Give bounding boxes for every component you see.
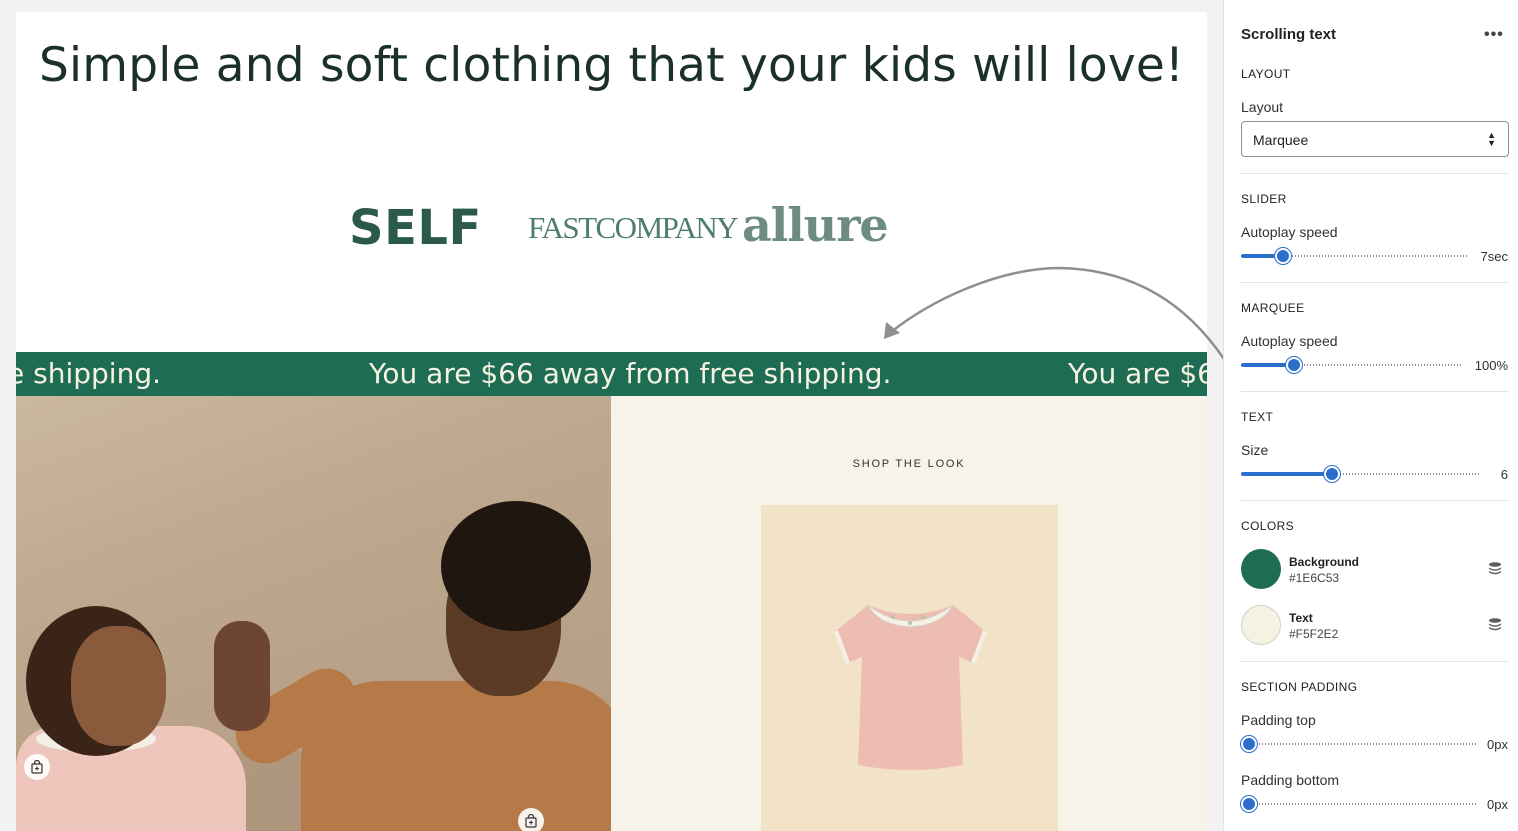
shopping-bag-icon[interactable] — [518, 808, 544, 831]
settings-panel: Scrolling text ••• LAYOUT Layout Marquee… — [1223, 0, 1518, 831]
layout-select[interactable]: Marquee ▲ ▼ — [1241, 121, 1509, 157]
text-size-label: Size — [1241, 442, 1269, 458]
padding-top-slider[interactable] — [1241, 736, 1477, 752]
slider-speed-value: 7sec — [1480, 249, 1508, 264]
panel-title: Scrolling text — [1241, 26, 1337, 43]
select-caret-icon: ▲ ▼ — [1487, 130, 1496, 148]
layout-heading: LAYOUT — [1241, 67, 1291, 81]
product-card[interactable] — [761, 505, 1058, 831]
kids-high-five-photo — [16, 396, 611, 831]
page-headline: Simple and soft clothing that your kids … — [38, 38, 1185, 93]
background-color-swatch[interactable] — [1241, 549, 1281, 589]
database-icon[interactable] — [1487, 561, 1503, 577]
pink-shirt-image — [834, 604, 987, 770]
slider-speed-label: Autoplay speed — [1241, 224, 1338, 240]
background-color-name: Background — [1289, 555, 1360, 569]
store-preview: Simple and soft clothing that your kids … — [16, 12, 1207, 831]
layout-select-value: Marquee — [1253, 132, 1309, 148]
slider-heading: SLIDER — [1241, 192, 1287, 206]
text-size-slider[interactable] — [1241, 466, 1481, 482]
more-horizontal-icon[interactable]: ••• — [1484, 26, 1504, 44]
colors-heading: COLORS — [1241, 519, 1295, 533]
shopping-bag-icon[interactable] — [24, 754, 50, 780]
padding-top-label: Padding top — [1241, 712, 1316, 728]
marquee-text: You are $6 — [1068, 357, 1207, 390]
padding-top-value: 0px — [1487, 737, 1508, 752]
self-logo: SELF — [349, 200, 482, 256]
text-color-name: Text — [1289, 611, 1313, 625]
padding-bottom-label: Padding bottom — [1241, 772, 1340, 788]
allure-logo: allure — [742, 198, 889, 252]
section-padding-heading: SECTION PADDING — [1241, 680, 1358, 694]
press-logos: SELF FASTCOMPANY allure — [16, 198, 1207, 260]
database-icon[interactable] — [1487, 617, 1503, 633]
text-color-swatch[interactable] — [1241, 605, 1281, 645]
text-size-value: 6 — [1500, 467, 1508, 482]
marquee-speed-label: Autoplay speed — [1241, 333, 1338, 349]
padding-bottom-slider[interactable] — [1241, 796, 1477, 812]
marquee-autoplay-speed-slider[interactable] — [1241, 357, 1462, 373]
padding-bottom-value: 0px — [1487, 797, 1508, 812]
slider-autoplay-speed-slider[interactable] — [1241, 248, 1469, 264]
marquee-heading: MARQUEE — [1241, 301, 1305, 315]
fast-company-logo: FASTCOMPANY — [528, 210, 739, 245]
layout-label: Layout — [1241, 99, 1284, 115]
text-heading: TEXT — [1241, 410, 1274, 424]
background-color-hex: #1E6C53 — [1289, 571, 1340, 585]
shop-the-look-heading: SHOP THE LOOK — [852, 458, 966, 470]
scrolling-text-bar[interactable]: e shipping. You are $66 away from free s… — [16, 352, 1207, 396]
marquee-text: You are $66 away from free shipping. — [369, 357, 892, 390]
text-color-hex: #F5F2E2 — [1289, 627, 1339, 641]
shop-the-look-section: SHOP THE LOOK — [611, 396, 1207, 831]
marquee-speed-value: 100% — [1474, 358, 1508, 373]
marquee-text: e shipping. — [16, 357, 161, 390]
